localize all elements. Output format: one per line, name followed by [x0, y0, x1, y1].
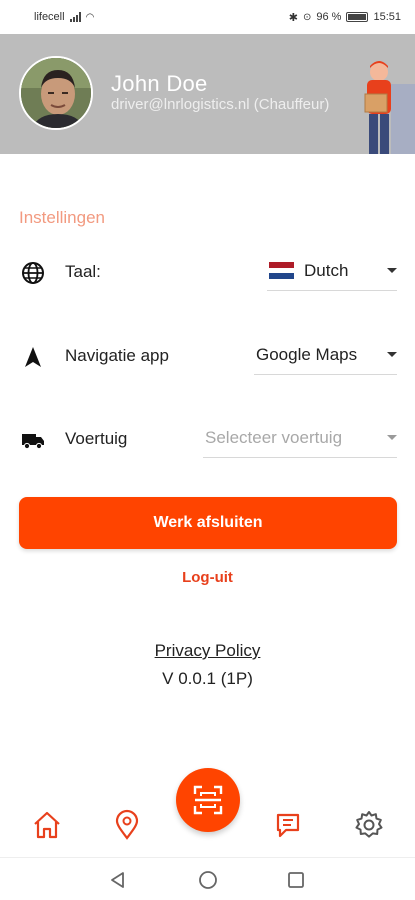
avatar[interactable] — [19, 56, 93, 130]
recents-icon[interactable] — [286, 870, 306, 890]
navigation-row: Navigatie app Google Maps — [0, 335, 415, 379]
vehicle-select[interactable]: Selecteer voertuig — [203, 418, 397, 458]
wifi-icon: ◠ — [85, 11, 95, 23]
logout-link[interactable]: Log-uit — [0, 569, 415, 586]
finish-work-button[interactable]: Werk afsluiten — [19, 497, 397, 549]
status-bar: lifecell ◠ ✱ ⊙ 96 % 15:51 — [0, 0, 415, 34]
back-icon[interactable] — [108, 870, 128, 890]
scan-icon — [193, 785, 223, 815]
netherlands-flag-icon — [269, 262, 294, 280]
battery-icon — [346, 12, 369, 22]
privacy-policy-container: Privacy Policy — [0, 641, 415, 661]
navigation-select[interactable]: Google Maps — [254, 335, 397, 375]
app-version: V 0.0.1 (1P) — [162, 669, 253, 688]
home-circle-icon[interactable] — [198, 870, 218, 890]
truck-icon — [22, 434, 44, 450]
bluetooth-icon: ✱ — [288, 11, 298, 24]
clock: 15:51 — [373, 11, 401, 23]
navigation-value: Google Maps — [256, 344, 358, 364]
chevron-down-icon — [387, 435, 397, 440]
carrier-name: lifecell — [34, 11, 65, 23]
map-pin-icon[interactable] — [111, 809, 143, 841]
privacy-policy-link[interactable]: Privacy Policy — [155, 641, 261, 660]
profile-name: John Doe — [111, 71, 208, 96]
globe-icon — [22, 262, 44, 284]
language-select[interactable]: Dutch — [267, 251, 397, 291]
home-icon[interactable] — [31, 809, 63, 841]
chevron-down-icon — [387, 268, 397, 273]
settings-section-title: Instellingen — [19, 208, 106, 227]
profile-email-role: driver@lnrlogistics.nl (Chauffeur) — [111, 96, 330, 113]
vehicle-row: Voertuig Selecteer voertuig — [0, 418, 415, 462]
scan-button[interactable] — [176, 768, 240, 832]
signal-icon — [69, 12, 81, 22]
chevron-down-icon — [387, 352, 397, 357]
language-label: Taal: — [65, 262, 101, 281]
courier-illustration — [364, 61, 415, 154]
system-navigation-bar — [0, 857, 415, 900]
vehicle-placeholder: Selecteer voertuig — [205, 427, 343, 447]
battery-percent: 96 % — [316, 11, 342, 23]
profile-header: John Doe driver@lnrlogistics.nl (Chauffe… — [0, 34, 415, 154]
vehicle-label: Voertuig — [65, 429, 128, 448]
location-icon: ⊙ — [303, 11, 312, 23]
navigation-label: Navigatie app — [65, 346, 169, 365]
chat-icon[interactable] — [272, 809, 304, 841]
navigation-arrow-icon — [25, 347, 41, 367]
language-value: Dutch — [304, 260, 349, 280]
gear-icon[interactable] — [353, 809, 385, 841]
language-row: Taal: Dutch — [0, 251, 415, 295]
